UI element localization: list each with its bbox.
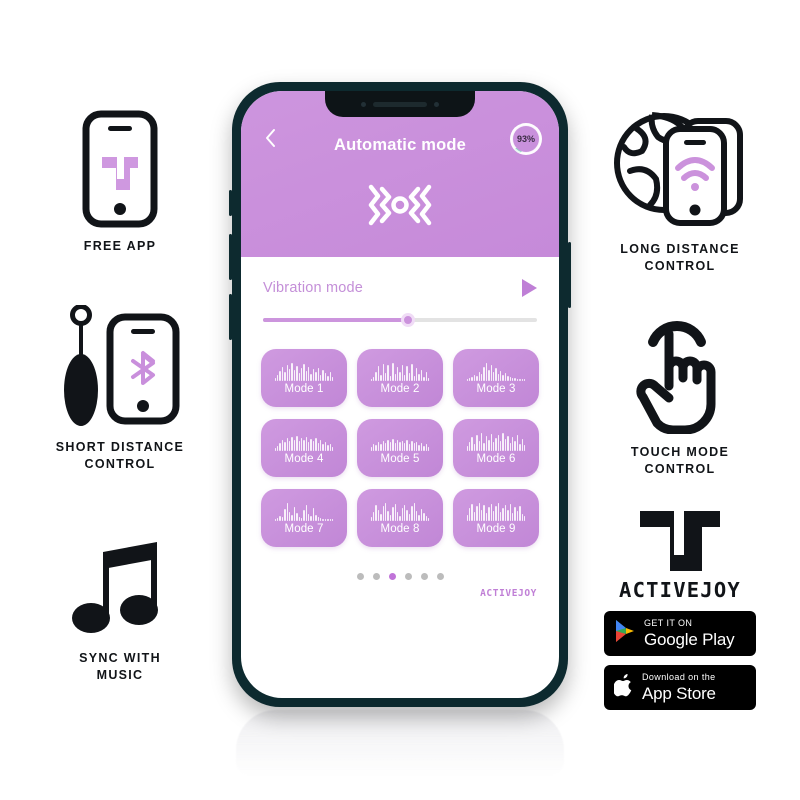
pagination-dot[interactable]	[404, 573, 412, 580]
slider-fill	[263, 318, 409, 322]
mode-label: Mode 7	[284, 523, 324, 535]
phone-reflection	[236, 710, 564, 776]
mode-label: Mode 4	[284, 453, 324, 465]
badge-big-text: Google Play	[644, 630, 735, 649]
mode-label: Mode 8	[380, 523, 420, 535]
music-note-icon	[69, 540, 171, 640]
phone-mute-switch[interactable]	[229, 190, 232, 216]
brand-block: ACTIVEJOY GET IT ON Google Play Download…	[580, 505, 780, 710]
feature-caption: LONG DISTANCE CONTROL	[620, 242, 740, 273]
waveform-icon	[274, 361, 334, 381]
phone-with-logo-icon	[77, 110, 163, 228]
mode-label: Mode 3	[476, 383, 516, 395]
apple-icon	[613, 673, 634, 702]
feature-touch-mode-control: TOUCH MODE CONTROL	[580, 312, 780, 478]
feature-caption: SYNC WITH MUSIC	[79, 651, 161, 682]
feature-caption: FREE APP	[83, 239, 157, 253]
badge-big-text: App Store	[642, 684, 716, 703]
phone-power-button[interactable]	[568, 242, 571, 308]
waveform-icon	[466, 501, 526, 521]
mode-tile[interactable]: Mode 9	[453, 489, 539, 547]
phone-frame: Automatic mode 93% Vibration mode Mode 1…	[229, 82, 571, 707]
play-icon[interactable]	[522, 279, 537, 297]
device-and-phone-bluetooth-icon	[54, 305, 186, 429]
battery-indicator: 93%	[510, 123, 542, 155]
battery-percent-label: 93%	[513, 126, 539, 152]
phone-mockup: Automatic mode 93% Vibration mode Mode 1…	[229, 82, 571, 707]
mode-tile[interactable]: Mode 4	[261, 419, 347, 477]
feature-free-app: FREE APP	[20, 110, 220, 255]
mode-label: Mode 2	[380, 383, 420, 395]
pagination-dot[interactable]	[356, 573, 364, 580]
mode-tile[interactable]: Mode 5	[357, 419, 443, 477]
mode-label: Mode 6	[476, 453, 516, 465]
pagination-dot[interactable]	[420, 573, 428, 580]
mode-tile[interactable]: Mode 1	[261, 349, 347, 407]
waveform-icon	[274, 501, 334, 521]
waveform-icon	[466, 431, 526, 451]
pagination-dot[interactable]	[372, 573, 380, 580]
badge-small-text: GET IT ON	[644, 618, 693, 628]
tap-hand-icon	[625, 312, 735, 434]
feature-caption: TOUCH MODE CONTROL	[630, 445, 730, 476]
feature-short-distance-control: SHORT DISTANCE CONTROL	[20, 305, 220, 473]
app-store-badge[interactable]: Download on the App Store	[604, 665, 756, 710]
badge-small-text: Download on the	[642, 672, 716, 682]
brand-wordmark: ACTIVEJOY	[619, 578, 741, 602]
poster-canvas: FREE APP SHORT DISTANCE CONTROL SYNC WIT…	[0, 0, 800, 800]
app-footer-logo: ACTIVEJOY	[480, 588, 537, 599]
phone-screen: Automatic mode 93% Vibration mode Mode 1…	[241, 91, 559, 698]
mode-label: Mode 5	[380, 453, 420, 465]
vibration-mode-label: Vibration mode	[263, 280, 364, 296]
phone-notch	[325, 91, 475, 117]
mode-tile[interactable]: Mode 2	[357, 349, 443, 407]
waveform-icon	[370, 361, 430, 381]
mode-tile[interactable]: Mode 8	[357, 489, 443, 547]
mode-tile[interactable]: Mode 3	[453, 349, 539, 407]
vibration-waves-icon	[241, 179, 559, 231]
feature-caption: SHORT DISTANCE CONTROL	[55, 440, 185, 471]
phone-volume-down-button[interactable]	[229, 294, 232, 340]
mode-label: Mode 9	[476, 523, 516, 535]
mode-tile[interactable]: Mode 7	[261, 489, 347, 547]
feature-sync-with-music: SYNC WITH MUSIC	[20, 540, 220, 684]
sensor-icon	[434, 101, 439, 107]
earpiece-speaker-icon	[373, 101, 427, 107]
waveform-icon	[274, 431, 334, 451]
intensity-slider[interactable]	[263, 313, 537, 327]
modes-grid: Mode 1 Mode 2 Mode 3 Mode 4 Mode 5 Mode 6 Mode…	[261, 349, 539, 547]
phone-volume-up-button[interactable]	[229, 234, 232, 280]
google-play-icon	[614, 619, 636, 648]
slider-knob[interactable]	[401, 313, 416, 327]
feature-long-distance-control: LONG DISTANCE CONTROL	[580, 105, 780, 275]
pagination-dot[interactable]	[436, 573, 444, 580]
google-play-badge[interactable]: GET IT ON Google Play	[604, 611, 756, 656]
vibration-mode-section: Vibration mode	[241, 257, 559, 327]
pagination-dot[interactable]	[388, 573, 396, 580]
mode-tile[interactable]: Mode 6	[453, 419, 539, 477]
waveform-icon	[370, 501, 430, 521]
waveform-icon	[370, 431, 430, 451]
mode-label: Mode 1	[284, 383, 324, 395]
waveform-icon	[466, 361, 526, 381]
activejoy-monogram-icon	[634, 505, 726, 576]
pagination-dots	[241, 573, 559, 580]
front-camera-icon	[361, 101, 366, 107]
globe-phones-wifi-icon	[612, 105, 748, 231]
